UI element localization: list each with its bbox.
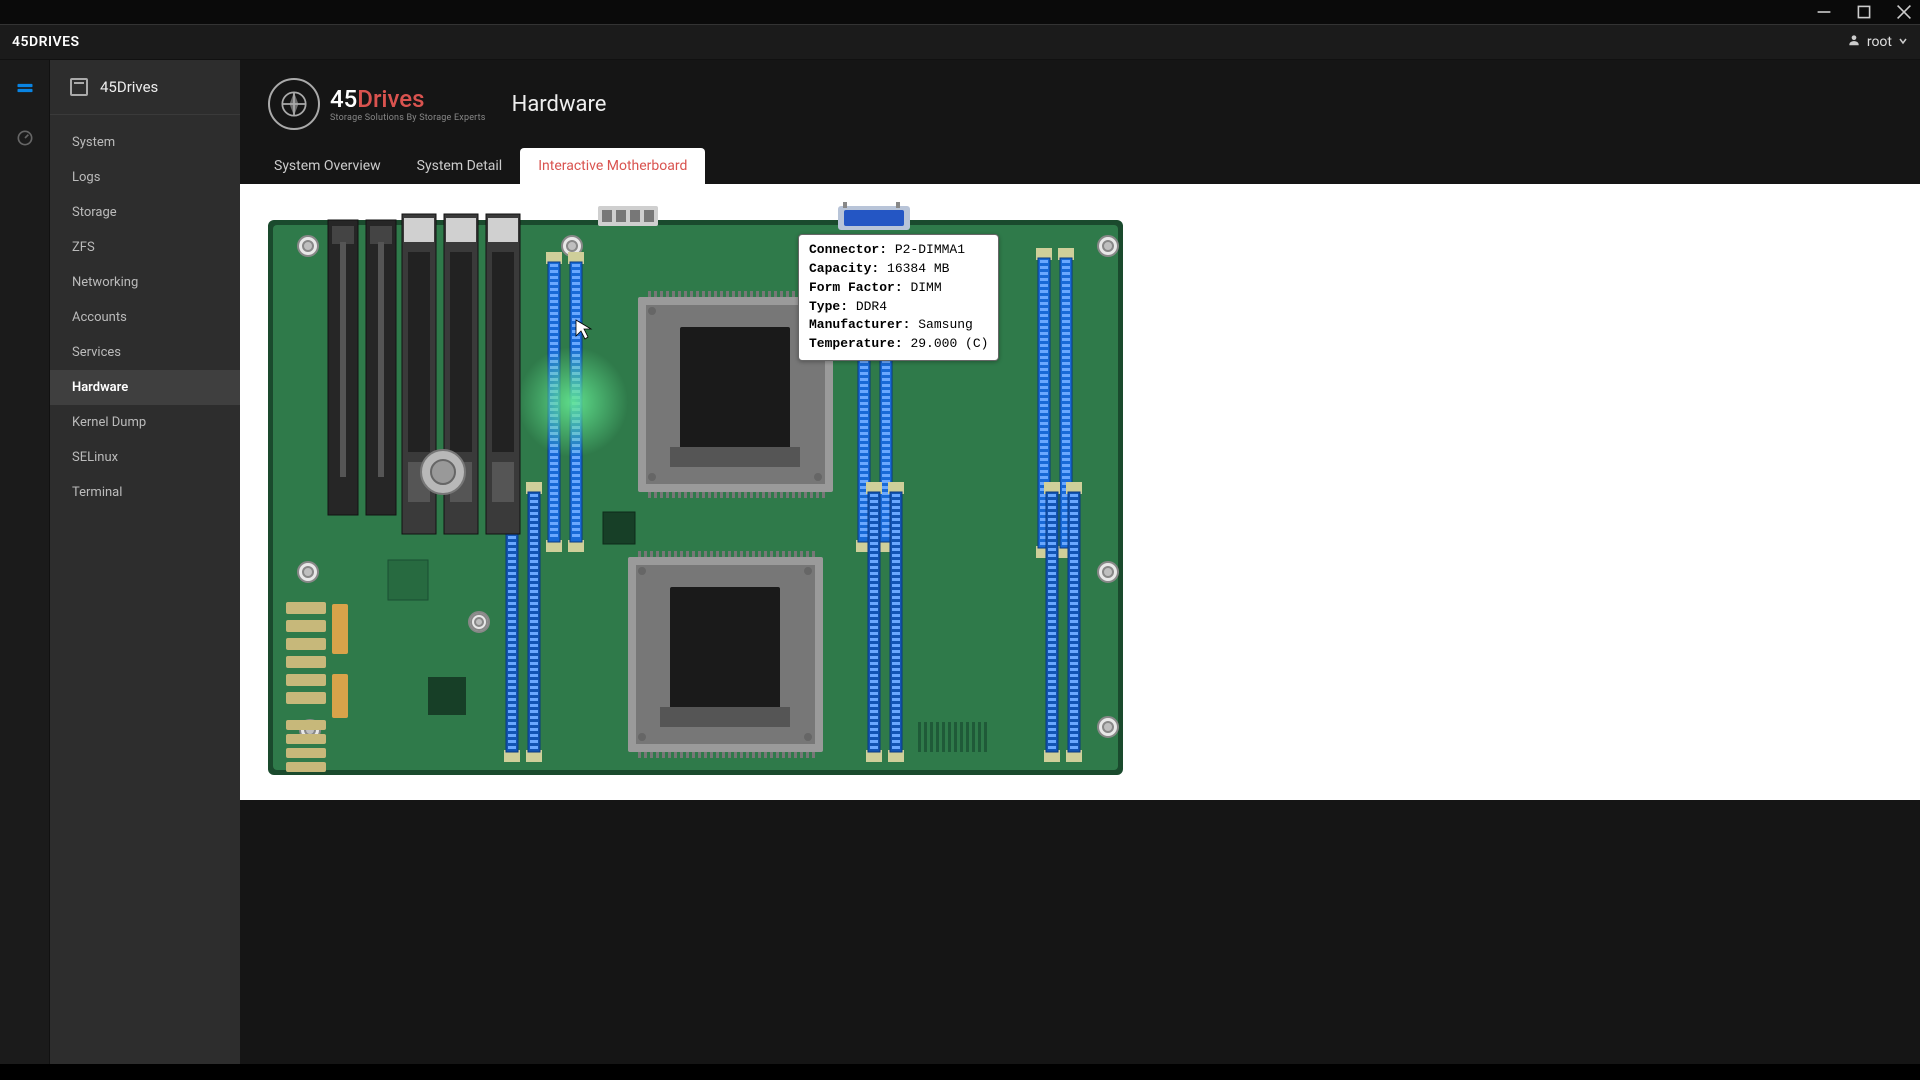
- tab-interactive-motherboard[interactable]: Interactive Motherboard: [520, 148, 705, 184]
- chevron-down-icon: [1898, 34, 1908, 50]
- module-icon: [70, 78, 88, 96]
- sidebar-item-accounts[interactable]: Accounts: [50, 300, 240, 335]
- sidebar-item-system[interactable]: System: [50, 125, 240, 160]
- user-name: root: [1867, 34, 1892, 50]
- motherboard-canvas: Connector: P2-DIMMA1 Capacity: 16384 MB …: [240, 184, 1920, 800]
- tab-system-detail[interactable]: System Detail: [399, 148, 521, 184]
- window-close-button[interactable]: [1896, 4, 1912, 20]
- rail-dashboard-icon[interactable]: [15, 128, 35, 148]
- module-name: 45Drives: [100, 78, 158, 96]
- tabs: System Overview System Detail Interactiv…: [240, 148, 1920, 184]
- sidebar-item-hardware[interactable]: Hardware: [50, 370, 240, 405]
- window-minimize-button[interactable]: [1816, 4, 1832, 20]
- sidebar-item-kernel-dump[interactable]: Kernel Dump: [50, 405, 240, 440]
- tab-system-overview[interactable]: System Overview: [256, 148, 399, 184]
- dimm-tooltip: Connector: P2-DIMMA1 Capacity: 16384 MB …: [798, 234, 999, 361]
- top-bar: 45DRIVES root: [0, 24, 1920, 60]
- rail-server-icon[interactable]: [15, 78, 35, 98]
- content-area: 45Drives Storage Solutions By Storage Ex…: [240, 60, 1920, 1064]
- bottom-bar: [0, 1064, 1920, 1080]
- sidebar-item-services[interactable]: Services: [50, 335, 240, 370]
- vendor-logo: 45Drives Storage Solutions By Storage Ex…: [268, 78, 486, 130]
- sidebar-item-terminal[interactable]: Terminal: [50, 475, 240, 510]
- user-icon: [1847, 33, 1861, 51]
- page-title: Hardware: [512, 92, 607, 117]
- sidebar-item-zfs[interactable]: ZFS: [50, 230, 240, 265]
- window-titlebar: [0, 0, 1920, 24]
- sidebar: 45Drives System Logs Storage ZFS Network…: [50, 60, 240, 1064]
- content-header: 45Drives Storage Solutions By Storage Ex…: [240, 60, 1920, 130]
- nav-rail: [0, 60, 50, 1064]
- brand-label: 45DRIVES: [12, 34, 80, 50]
- user-menu[interactable]: root: [1847, 33, 1908, 51]
- sidebar-item-networking[interactable]: Networking: [50, 265, 240, 300]
- sidebar-item-storage[interactable]: Storage: [50, 195, 240, 230]
- sidebar-item-selinux[interactable]: SELinux: [50, 440, 240, 475]
- sidebar-item-logs[interactable]: Logs: [50, 160, 240, 195]
- sidebar-nav: System Logs Storage ZFS Networking Accou…: [50, 115, 240, 520]
- sidebar-module-title[interactable]: 45Drives: [50, 60, 240, 115]
- window-maximize-button[interactable]: [1856, 4, 1872, 20]
- logo-mark-icon: [268, 78, 320, 130]
